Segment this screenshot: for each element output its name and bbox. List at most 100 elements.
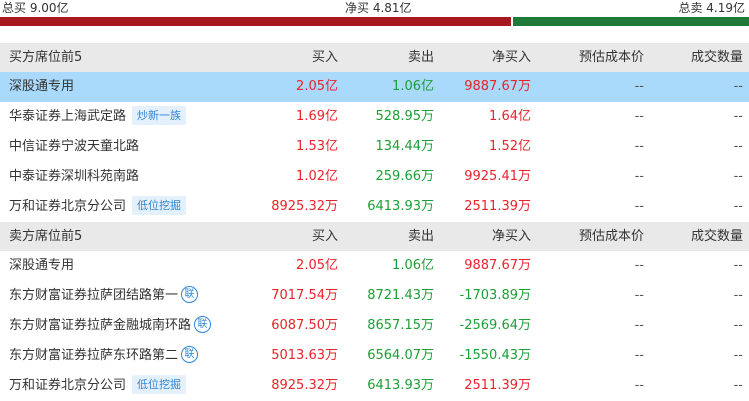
net-buy-amount: 2511.39万 (464, 378, 531, 393)
header-sell: 卖出 (407, 50, 434, 65)
estimated-cost: -- (634, 199, 644, 214)
sell-amount: 528.95万 (375, 109, 435, 124)
net-buy-amount: 1.64亿 (489, 109, 531, 124)
seat-name-cell: 中泰证券深圳科苑南路 (9, 162, 139, 192)
seat-name[interactable]: 东方财富证券拉萨东环路第二 (9, 348, 178, 363)
deal-quantity: -- (733, 199, 743, 214)
net-buy-amount: 9925.41万 (464, 169, 531, 184)
deal-quantity: -- (733, 378, 743, 393)
sell-seats-section: 卖方席位前5 买入 卖出 净买入 预估成本价 成交数量 深股通专用 2.05亿 1.06亿 988… (0, 222, 749, 401)
table-row[interactable]: 万和证券北京分公司 低位挖掘 8925.32万 6413.93万 2511.39万 -- -… (0, 192, 749, 222)
seat-tag-badge[interactable]: 低位挖掘 (132, 375, 187, 394)
header-qty: 成交数量 (690, 229, 743, 244)
seat-name[interactable]: 东方财富证券拉萨金融城南环路 (9, 318, 191, 333)
seat-name-cell: 东方财富证券拉萨金融城南环路联 (9, 311, 212, 341)
buy-amount: 6087.50万 (271, 318, 338, 333)
section-header: 买方席位前5 买入 卖出 净买入 预估成本价 成交数量 (0, 43, 749, 72)
seat-name[interactable]: 深股通专用 (9, 258, 74, 273)
buy-amount: 1.53亿 (296, 139, 338, 154)
deal-quantity: -- (733, 169, 743, 184)
header-cost: 预估成本价 (578, 229, 644, 244)
deal-quantity: -- (733, 288, 743, 303)
net-buy-amount: -2569.64万 (459, 318, 531, 333)
seat-name-cell: 华泰证券上海武定路 炒新一族 (9, 102, 187, 132)
summary-bar: 总买 9.00亿 净买 4.81亿 总卖 4.19亿 (0, 0, 749, 16)
net-buy-amount: 9887.67万 (464, 258, 531, 273)
linked-seat-icon[interactable]: 联 (181, 346, 199, 363)
table-row[interactable]: 东方财富证券拉萨东环路第二联 5013.63万 6564.07万 -1550.43万 -… (0, 341, 749, 371)
header-net: 净买入 (491, 50, 531, 65)
sell-amount: 134.44万 (375, 139, 435, 154)
table-row[interactable]: 中信证券宁波天童北路 1.53亿 134.44万 1.52亿 -- -- (0, 132, 749, 162)
seat-name-cell: 深股通专用 (9, 72, 74, 102)
seat-name[interactable]: 中泰证券深圳科苑南路 (9, 169, 139, 184)
table-row[interactable]: 万和证券北京分公司 低位挖掘 8925.32万 6413.93万 2511.39万 -- -… (0, 371, 749, 401)
sell-ratio-segment (512, 17, 749, 26)
table-row[interactable]: 东方财富证券拉萨团结路第一联 7017.54万 8721.43万 -1703.89万 -… (0, 281, 749, 311)
net-buy-label: 净买 4.81亿 (345, 1, 412, 15)
table-row[interactable]: 华泰证券上海武定路 炒新一族 1.69亿 528.95万 1.64亿 -- -- (0, 102, 749, 132)
seat-tag-badge[interactable]: 低位挖掘 (132, 196, 187, 215)
estimated-cost: -- (634, 169, 644, 184)
deal-quantity: -- (733, 79, 743, 94)
seat-name[interactable]: 东方财富证券拉萨团结路第一 (9, 288, 178, 303)
table-row[interactable]: 深股通专用 2.05亿 1.06亿 9887.67万 -- -- (0, 251, 749, 281)
deal-quantity: -- (733, 139, 743, 154)
seat-name-cell: 万和证券北京分公司 低位挖掘 (9, 192, 187, 222)
seat-tag-badge[interactable]: 炒新一族 (132, 106, 187, 125)
linked-seat-icon[interactable]: 联 (181, 286, 199, 303)
buy-sell-ratio-bar (0, 17, 749, 26)
seat-name[interactable]: 深股通专用 (9, 79, 74, 94)
buy-ratio-segment (0, 17, 511, 26)
sell-amount: 6564.07万 (367, 348, 434, 363)
buy-seats-section: 买方席位前5 买入 卖出 净买入 预估成本价 成交数量 深股通专用 2.05亿 1.06亿 988… (0, 43, 749, 222)
header-net: 净买入 (491, 229, 531, 244)
estimated-cost: -- (634, 79, 644, 94)
sell-amount: 259.66万 (375, 169, 435, 184)
buy-amount: 1.69亿 (296, 109, 338, 124)
header-sell: 卖出 (407, 229, 434, 244)
estimated-cost: -- (634, 258, 644, 273)
net-buy-amount: -1703.89万 (459, 288, 531, 303)
buy-amount: 1.02亿 (296, 169, 338, 184)
estimated-cost: -- (634, 288, 644, 303)
seat-name-cell: 深股通专用 (9, 251, 74, 281)
estimated-cost: -- (634, 378, 644, 393)
table-row[interactable]: 东方财富证券拉萨金融城南环路联 6087.50万 8657.15万 -2569.64万… (0, 311, 749, 341)
estimated-cost: -- (634, 109, 644, 124)
section-header: 卖方席位前5 买入 卖出 净买入 预估成本价 成交数量 (0, 222, 749, 251)
sell-amount: 6413.93万 (367, 199, 434, 214)
net-buy-amount: -1550.43万 (459, 348, 531, 363)
buy-amount: 8925.32万 (271, 199, 338, 214)
linked-seat-icon[interactable]: 联 (194, 316, 212, 333)
estimated-cost: -- (634, 348, 644, 363)
seat-name-cell: 东方财富证券拉萨东环路第二联 (9, 341, 199, 371)
seat-name-cell: 万和证券北京分公司 低位挖掘 (9, 371, 187, 401)
net-buy-amount: 1.52亿 (489, 139, 531, 154)
seat-name[interactable]: 华泰证券上海武定路 (9, 109, 126, 124)
total-sell-label: 总卖 4.19亿 (678, 1, 745, 15)
seat-name-cell: 东方财富证券拉萨团结路第一联 (9, 281, 199, 311)
buy-amount: 7017.54万 (271, 288, 338, 303)
buy-amount: 2.05亿 (296, 79, 338, 94)
seat-name[interactable]: 万和证券北京分公司 (9, 378, 126, 393)
total-buy-label: 总买 9.00亿 (2, 1, 69, 15)
deal-quantity: -- (733, 258, 743, 273)
net-buy-amount: 2511.39万 (464, 199, 531, 214)
sell-amount: 6413.93万 (367, 378, 434, 393)
net-buy-amount: 9887.67万 (464, 79, 531, 94)
sell-amount: 8657.15万 (367, 318, 434, 333)
seat-name[interactable]: 万和证券北京分公司 (9, 199, 126, 214)
table-row[interactable]: 深股通专用 2.05亿 1.06亿 9887.67万 -- -- (0, 72, 749, 102)
estimated-cost: -- (634, 318, 644, 333)
sell-amount: 8721.43万 (367, 288, 434, 303)
header-buy: 买入 (311, 50, 338, 65)
header-buy: 买入 (311, 229, 338, 244)
deal-quantity: -- (733, 109, 743, 124)
buy-amount: 5013.63万 (271, 348, 338, 363)
header-name: 卖方席位前5 (9, 229, 83, 244)
header-name: 买方席位前5 (9, 50, 83, 65)
seat-name[interactable]: 中信证券宁波天童北路 (9, 139, 139, 154)
sell-amount: 1.06亿 (392, 79, 434, 94)
table-row[interactable]: 中泰证券深圳科苑南路 1.02亿 259.66万 9925.41万 -- -- (0, 162, 749, 192)
